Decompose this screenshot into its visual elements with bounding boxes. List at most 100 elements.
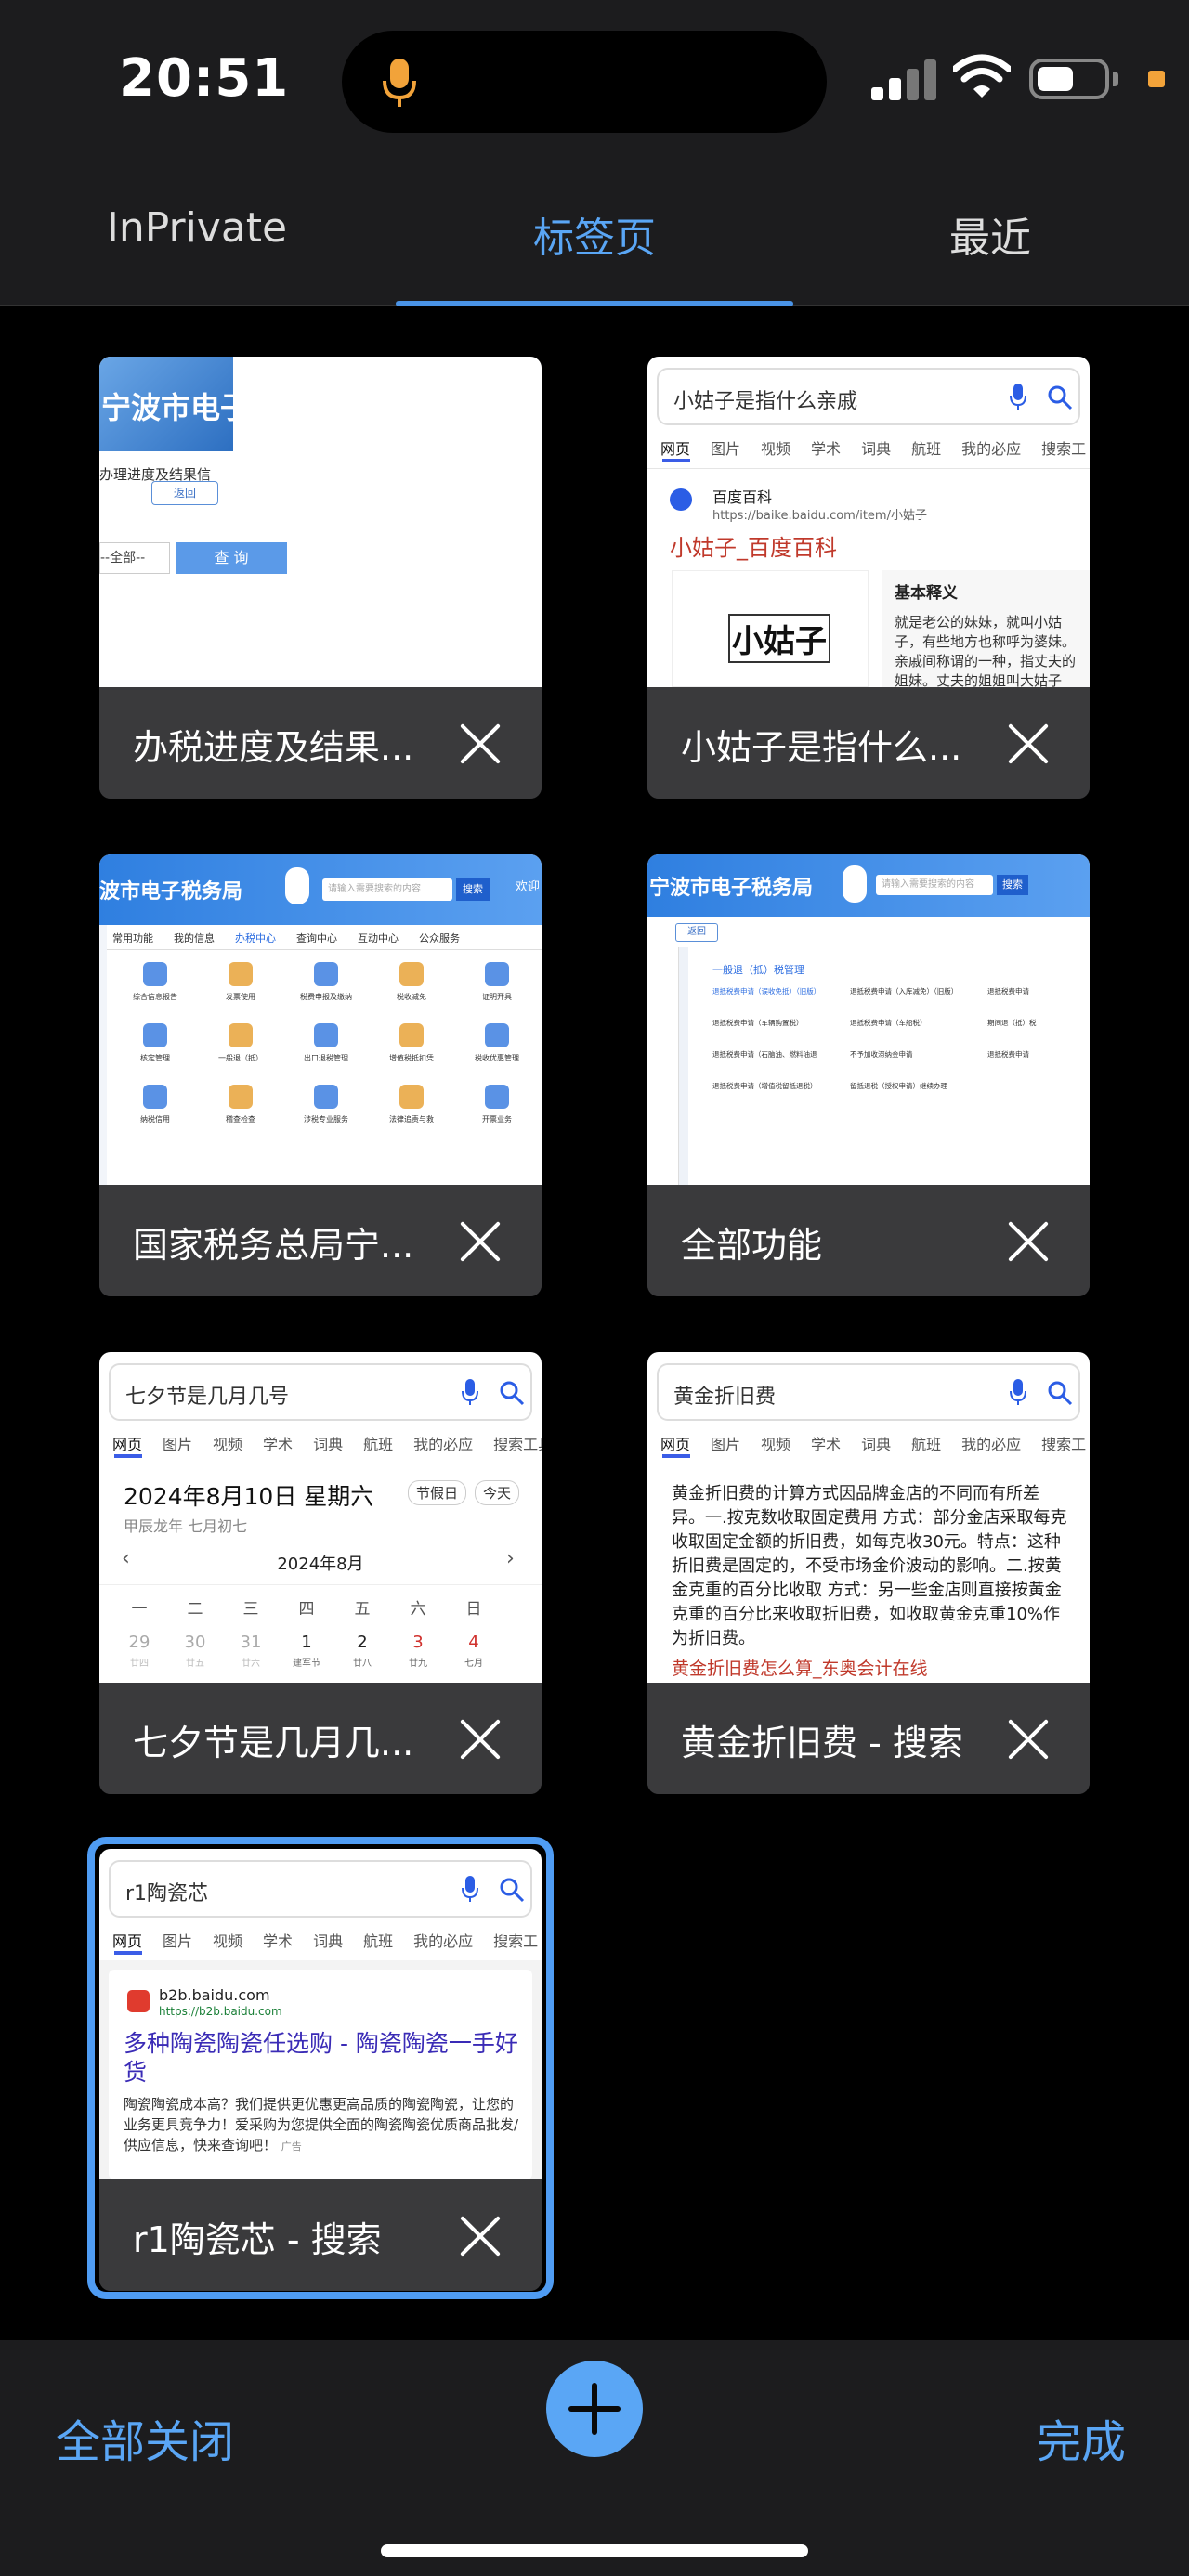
- tax-function-item[interactable]: 涉税专业服务: [287, 1085, 365, 1140]
- search-icon[interactable]: [1047, 384, 1073, 410]
- tax-function-item[interactable]: 发票使用: [202, 962, 280, 1018]
- service-link[interactable]: 不予加收滞纳金申请: [850, 1049, 980, 1060]
- service-link[interactable]: 退抵税费申请（入库减免）（旧版）: [850, 986, 980, 996]
- tab-preview[interactable]: 小姑子是指什么亲戚 网页 图片 视频 学术 词典 航班 我的必应 搜索工 百度百科 https…: [647, 357, 1090, 687]
- service-link[interactable]: 留抵退税（授权申请）继续办理: [850, 1081, 980, 1091]
- tab-card[interactable]: r1陶瓷芯 网页 图片 视频 学术 词典 航班 我的必应 搜索工 b2b.baidu.com …: [99, 1849, 542, 2291]
- tax-function-item[interactable]: 法律追责与救: [372, 1085, 451, 1140]
- new-tab-plus-icon[interactable]: [546, 2361, 643, 2457]
- search-tab[interactable]: 词典: [861, 1436, 891, 1453]
- search-tab[interactable]: 视频: [761, 440, 790, 458]
- site-search-input[interactable]: 请输入需要搜索的内容: [322, 878, 452, 901]
- close-tab-icon[interactable]: [999, 713, 1058, 773]
- search-tab[interactable]: 网页: [660, 440, 690, 458]
- result-title[interactable]: 小姑子_百度百科: [670, 529, 837, 562]
- function-tab[interactable]: 查询中心: [296, 932, 337, 944]
- service-link[interactable]: 退抵税费申请: [987, 986, 1090, 996]
- ad-result[interactable]: b2b.baidu.com https://b2b.baidu.com 多种陶瓷…: [109, 1970, 532, 2179]
- tab-preview[interactable]: r1陶瓷芯 网页 图片 视频 学术 词典 航班 我的必应 搜索工 b2b.baidu.com …: [99, 1849, 542, 2179]
- search-tab[interactable]: 词典: [861, 440, 891, 458]
- service-link[interactable]: 退抵税费申请: [987, 1049, 1090, 1060]
- calendar-day[interactable]: 30: [172, 1633, 218, 1652]
- calendar-day[interactable]: 29: [116, 1633, 163, 1652]
- search-box[interactable]: 小姑子是指什么亲戚: [657, 368, 1080, 425]
- search-tab[interactable]: 搜索工具: [493, 1436, 542, 1453]
- query-button[interactable]: 查 询: [176, 542, 287, 574]
- tab-recent[interactable]: 最近: [814, 204, 1167, 264]
- tax-function-item[interactable]: 稽查检查: [202, 1085, 280, 1140]
- today-badge[interactable]: 今天: [475, 1480, 520, 1505]
- tab-card[interactable]: 七夕节是几月几号 网页 图片 视频 学术 词典 航班 我的必应 搜索工具 2024年8月10日…: [99, 1352, 542, 1794]
- close-all-button[interactable]: 全部关闭: [56, 2405, 234, 2470]
- tax-function-item[interactable]: 纳税信用: [116, 1085, 194, 1140]
- search-box[interactable]: r1陶瓷芯: [109, 1860, 532, 1918]
- tax-function-item[interactable]: 开票业务: [458, 1085, 536, 1140]
- service-link[interactable]: 退抵税费申请（石脑油、燃料油退: [712, 1049, 843, 1060]
- tab-card[interactable]: 宁波市电子 办理进度及结果信 返回 --全部-- 查 询 办税进度及结果...: [99, 357, 542, 799]
- calendar-day[interactable]: 1: [283, 1633, 330, 1652]
- status-select[interactable]: --全部--: [99, 542, 170, 574]
- search-box[interactable]: 黄金折旧费: [657, 1363, 1080, 1421]
- next-month-icon[interactable]: ›: [506, 1547, 515, 1570]
- search-tab[interactable]: 视频: [213, 1436, 242, 1453]
- calendar-day[interactable]: 31: [228, 1633, 274, 1652]
- search-tab[interactable]: 图片: [163, 1932, 192, 1950]
- calendar-day[interactable]: 2: [339, 1633, 385, 1652]
- search-icon[interactable]: [499, 1380, 525, 1406]
- function-tab[interactable]: 常用功能: [112, 932, 153, 944]
- search-tab[interactable]: 图片: [163, 1436, 192, 1453]
- microphone-icon[interactable]: [1010, 1378, 1026, 1406]
- site-search-button[interactable]: 搜索: [997, 875, 1028, 895]
- tax-function-item[interactable]: 税收优惠管理: [458, 1023, 536, 1079]
- tax-function-item[interactable]: 一般退（抵）: [202, 1023, 280, 1079]
- tab-preview[interactable]: 七夕节是几月几号 网页 图片 视频 学术 词典 航班 我的必应 搜索工具 2024年8月10日…: [99, 1352, 542, 1683]
- tab-card[interactable]: 波市电子税务局 请输入需要搜索的内容 搜索 欢迎 常用功能 我的信息 办税中心 查询中…: [99, 854, 542, 1296]
- close-tab-icon[interactable]: [451, 713, 510, 773]
- search-tab[interactable]: 学术: [811, 440, 841, 458]
- search-tab[interactable]: 网页: [660, 1436, 690, 1453]
- search-tab[interactable]: 航班: [911, 440, 941, 458]
- search-tab[interactable]: 航班: [911, 1436, 941, 1453]
- service-link[interactable]: 退抵税费申请（车船税）: [850, 1018, 980, 1028]
- tab-card[interactable]: 宁波市电子税务局 请输入需要搜索的内容 搜索 返回 一般退（抵）税管理 退抵税费…: [647, 854, 1090, 1296]
- close-tab-icon[interactable]: [451, 1211, 510, 1270]
- close-tab-icon[interactable]: [451, 1709, 510, 1768]
- function-tab[interactable]: 公众服务: [419, 932, 460, 944]
- search-tab[interactable]: 网页: [112, 1932, 142, 1950]
- back-button[interactable]: 返回: [151, 481, 218, 505]
- search-tab[interactable]: 搜索工: [1041, 440, 1086, 458]
- search-tab[interactable]: 词典: [313, 1436, 343, 1453]
- result-url[interactable]: https://baike.baidu.com/item/小姑子: [712, 505, 927, 523]
- search-tab[interactable]: 搜索工: [1041, 1436, 1086, 1453]
- close-tab-icon[interactable]: [999, 1211, 1058, 1270]
- tab-card[interactable]: 小姑子是指什么亲戚 网页 图片 视频 学术 词典 航班 我的必应 搜索工 百度百科 https…: [647, 357, 1090, 799]
- tab-preview[interactable]: 宁波市电子 办理进度及结果信 返回 --全部-- 查 询: [99, 357, 542, 687]
- tab-tabs[interactable]: 标签页: [418, 204, 771, 264]
- search-tab[interactable]: 学术: [811, 1436, 841, 1453]
- tax-function-item[interactable]: 税费申报及缴纳: [287, 962, 365, 1018]
- search-tab[interactable]: 学术: [263, 1436, 293, 1453]
- done-button[interactable]: 完成: [1037, 2405, 1126, 2470]
- tab-preview[interactable]: 黄金折旧费 网页 图片 视频 学术 词典 航班 我的必应 搜索工 黄金折旧费的计算方式因品牌金…: [647, 1352, 1090, 1683]
- function-tab[interactable]: 我的信息: [174, 932, 215, 944]
- search-tab[interactable]: 视频: [761, 1436, 790, 1453]
- result-link[interactable]: 黄金折旧费怎么算_东奥会计在线: [672, 1655, 928, 1680]
- ad-title[interactable]: 多种陶瓷陶瓷任选购 - 陶瓷陶瓷一手好货: [124, 2029, 523, 2087]
- calendar-day[interactable]: 3: [395, 1633, 441, 1652]
- search-tab[interactable]: 视频: [213, 1932, 242, 1950]
- search-tab[interactable]: 图片: [711, 440, 740, 458]
- search-icon[interactable]: [499, 1877, 525, 1903]
- microphone-icon[interactable]: [1010, 383, 1026, 410]
- close-tab-icon[interactable]: [451, 2205, 510, 2265]
- search-tab[interactable]: 词典: [313, 1932, 343, 1950]
- service-link[interactable]: 期间退（抵）税: [987, 1018, 1090, 1028]
- search-tab[interactable]: 我的必应: [961, 440, 1021, 458]
- search-tab[interactable]: 我的必应: [413, 1932, 473, 1950]
- tab-card[interactable]: 黄金折旧费 网页 图片 视频 学术 词典 航班 我的必应 搜索工 黄金折旧费的计算方式因品牌金…: [647, 1352, 1090, 1794]
- microphone-icon[interactable]: [462, 1875, 478, 1903]
- ad-url[interactable]: https://b2b.baidu.com: [159, 2005, 282, 2018]
- search-box[interactable]: 七夕节是几月几号: [109, 1363, 532, 1421]
- service-link[interactable]: 退抵税费申请（误收免抵）（旧版）: [712, 986, 843, 996]
- tax-function-item[interactable]: 综合信息报告: [116, 962, 194, 1018]
- tax-function-item[interactable]: 税收减免: [372, 962, 451, 1018]
